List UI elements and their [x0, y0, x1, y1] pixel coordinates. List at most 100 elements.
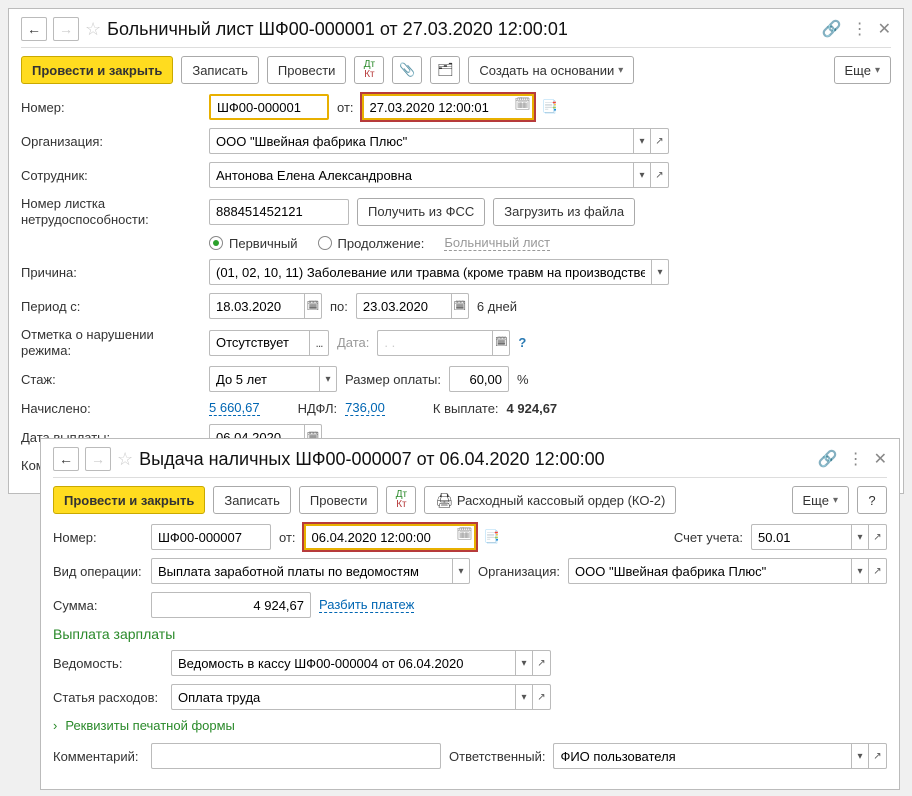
dropdown-icon[interactable]: ▾: [515, 684, 533, 710]
open-icon[interactable]: ↗: [869, 743, 887, 769]
status-flag-icon[interactable]: 📑: [542, 99, 558, 115]
number-input[interactable]: [151, 524, 271, 550]
calendar-icon[interactable]: 🗓: [456, 526, 474, 548]
dropdown-icon[interactable]: ▾: [851, 558, 869, 584]
open-icon[interactable]: ↗: [651, 128, 669, 154]
dropdown-icon[interactable]: ▾: [633, 162, 651, 188]
violation-date-input[interactable]: [377, 330, 492, 356]
print-button-label: Расходный кассовый ордер (КО-2): [457, 493, 666, 508]
date-input[interactable]: [364, 96, 514, 118]
split-payment-link[interactable]: Разбить платеж: [319, 597, 414, 613]
dropdown-icon[interactable]: ▾: [651, 259, 669, 285]
radio-primary[interactable]: Первичный: [209, 236, 298, 251]
close-icon[interactable]: ✕: [878, 19, 891, 39]
get-from-fss-button[interactable]: Получить из ФСС: [357, 198, 485, 226]
dropdown-icon[interactable]: ▾: [452, 558, 470, 584]
select-icon[interactable]: ...: [309, 330, 329, 356]
expense-input[interactable]: [171, 684, 515, 710]
vedomost-input[interactable]: [171, 650, 515, 676]
post-and-close-button[interactable]: Провести и закрыть: [21, 56, 173, 84]
attach-button[interactable]: [392, 56, 422, 84]
operation-type-input[interactable]: [151, 558, 452, 584]
back-button[interactable]: ←: [53, 447, 79, 471]
window-cash-payout: ← → ☆ Выдача наличных ШФ00-000007 от 06.…: [40, 438, 900, 790]
open-icon[interactable]: ↗: [533, 650, 551, 676]
open-icon[interactable]: ↗: [651, 162, 669, 188]
link-icon[interactable]: 🔗: [822, 19, 842, 39]
title-actions: 🔗 ⋮ ✕: [822, 19, 891, 39]
post-and-close-button[interactable]: Провести и закрыть: [53, 486, 205, 514]
number-label: Номер:: [53, 530, 143, 545]
organization-input[interactable]: [209, 128, 633, 154]
help-button[interactable]: ?: [857, 486, 887, 514]
open-icon[interactable]: ↗: [533, 684, 551, 710]
continuation-link[interactable]: Больничный лист: [444, 235, 550, 251]
link-icon[interactable]: 🔗: [818, 449, 838, 469]
forward-button[interactable]: →: [53, 17, 79, 41]
post-button[interactable]: Провести: [299, 486, 379, 514]
sheet-number-input[interactable]: [209, 199, 349, 225]
titlebar: ← → ☆ Выдача наличных ШФ00-000007 от 06.…: [53, 447, 887, 478]
number-label: Номер:: [21, 100, 201, 115]
pay-size-input[interactable]: [449, 366, 509, 392]
account-input[interactable]: [751, 524, 851, 550]
clip-icon: [399, 62, 415, 78]
calendar-icon[interactable]: 🗓: [492, 330, 510, 356]
status-flag-icon[interactable]: 📑: [484, 529, 500, 545]
radio-continuation[interactable]: Продолжение:: [318, 236, 425, 251]
write-button[interactable]: Записать: [181, 56, 259, 84]
open-icon[interactable]: ↗: [869, 558, 887, 584]
back-button[interactable]: ←: [21, 17, 47, 41]
number-input[interactable]: [209, 94, 329, 120]
calendar-icon[interactable]: 🗓: [514, 96, 532, 118]
violation-label: Отметка о нарушении режима:: [21, 327, 201, 358]
sum-input[interactable]: [151, 592, 311, 618]
date-input[interactable]: [306, 526, 456, 548]
responsible-input[interactable]: [553, 743, 851, 769]
favorite-star-icon[interactable]: ☆: [117, 449, 133, 470]
more-button[interactable]: Еще: [792, 486, 849, 514]
print-requisites-link[interactable]: Реквизиты печатной формы: [65, 718, 235, 733]
create-based-on-button[interactable]: Создать на основании: [468, 56, 634, 84]
employee-input[interactable]: [209, 162, 633, 188]
print-button[interactable]: Расходный кассовый ордер (КО-2): [424, 486, 676, 514]
write-button[interactable]: Записать: [213, 486, 291, 514]
dt-kt-button[interactable]: ДтКт: [354, 56, 384, 84]
accrued-label: Начислено:: [21, 401, 201, 416]
accrued-link[interactable]: 5 660,67: [209, 400, 260, 416]
chevron-right-icon[interactable]: ›: [53, 718, 57, 733]
period-to-input[interactable]: [356, 293, 451, 319]
forward-button[interactable]: →: [85, 447, 111, 471]
section-title: Выплата зарплаты: [53, 626, 175, 642]
open-icon[interactable]: ↗: [869, 524, 887, 550]
calendar-icon[interactable]: 🗓: [304, 293, 322, 319]
close-icon[interactable]: ✕: [874, 449, 887, 469]
more-button[interactable]: Еще: [834, 56, 891, 84]
radio-primary-label: Первичный: [229, 236, 298, 251]
dropdown-icon[interactable]: ▾: [515, 650, 533, 676]
comment-input[interactable]: [151, 743, 441, 769]
post-button[interactable]: Провести: [267, 56, 347, 84]
help-icon[interactable]: ?: [518, 335, 526, 350]
dropdown-icon[interactable]: ▾: [633, 128, 651, 154]
dropdown-icon[interactable]: ▾: [851, 524, 869, 550]
reason-input[interactable]: [209, 259, 651, 285]
more-menu-icon[interactable]: ⋮: [848, 449, 864, 469]
period-from-input[interactable]: [209, 293, 304, 319]
ndfl-link[interactable]: 736,00: [345, 400, 385, 416]
structure-button[interactable]: [430, 56, 460, 84]
period-from-label: Период с:: [21, 299, 201, 314]
dt-kt-button[interactable]: ДтКт: [386, 486, 416, 514]
sheet-number-label: Номер листка нетрудоспособности:: [21, 196, 201, 227]
violation-input[interactable]: [209, 330, 309, 356]
window-title: Выдача наличных ШФ00-000007 от 06.04.202…: [139, 449, 812, 470]
favorite-star-icon[interactable]: ☆: [85, 19, 101, 40]
dropdown-icon[interactable]: ▾: [319, 366, 337, 392]
dropdown-icon[interactable]: ▾: [851, 743, 869, 769]
radio-dot-icon: [318, 236, 332, 250]
more-menu-icon[interactable]: ⋮: [852, 19, 868, 39]
seniority-input[interactable]: [209, 366, 319, 392]
calendar-icon[interactable]: 🗓: [451, 293, 469, 319]
load-from-file-button[interactable]: Загрузить из файла: [493, 198, 635, 226]
organization-input[interactable]: [568, 558, 851, 584]
